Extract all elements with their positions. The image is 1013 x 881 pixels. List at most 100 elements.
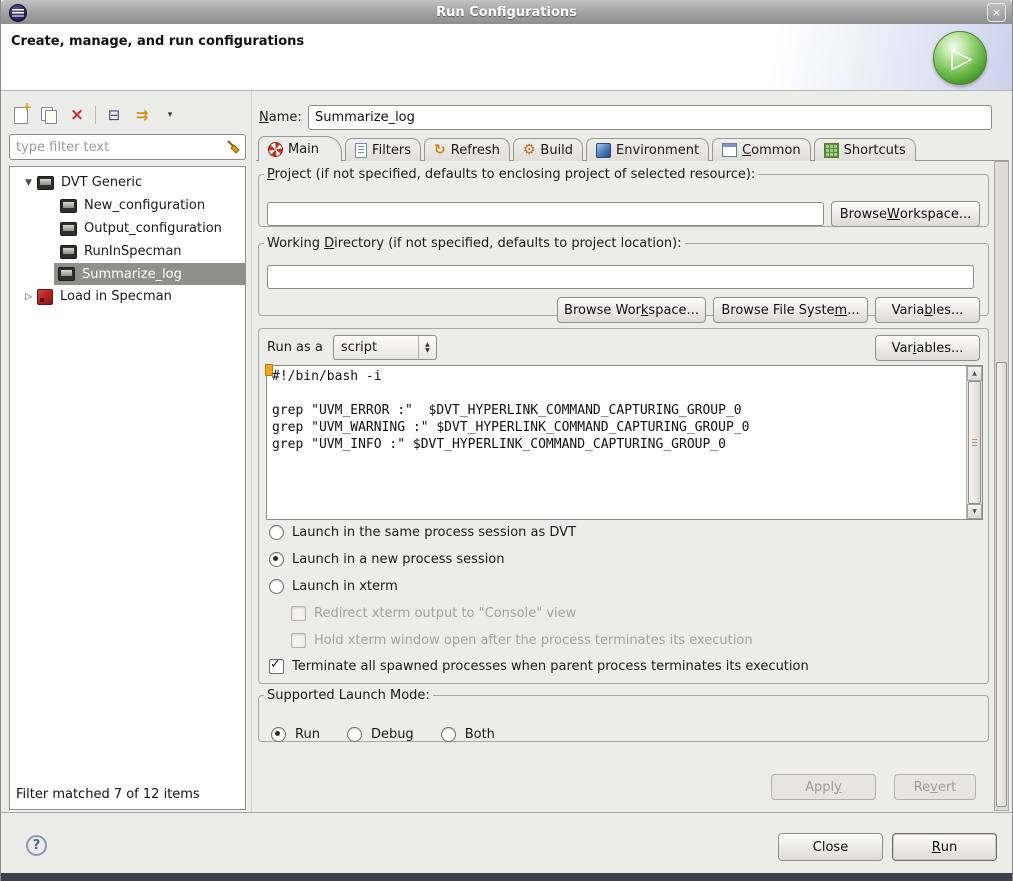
scroll-up-icon[interactable]: ▲ xyxy=(967,366,982,381)
delete-configuration-button[interactable]: × xyxy=(67,104,87,126)
combo-spinner-icon[interactable]: ▲ ▼ xyxy=(418,336,436,359)
configurations-toolbar: × ⊟ ⇉ ▾ xyxy=(11,102,180,128)
checkbox-hold-xterm[interactable]: Hold xterm window open after the process… xyxy=(291,633,753,648)
clear-filter-broom-icon[interactable] xyxy=(225,139,241,155)
build-gears-icon: ⚙ xyxy=(523,143,536,157)
run-variables-button[interactable]: Variables... xyxy=(875,335,980,361)
titlebar[interactable]: Run Configurations × xyxy=(1,0,1012,25)
radio-new-session[interactable]: Launch in a new process session xyxy=(269,552,505,567)
project-browse-workspace-button[interactable]: Browse Workspace... xyxy=(831,201,980,227)
content-scrollbar[interactable] xyxy=(994,161,1009,811)
tree-item-summarize-log[interactable]: Summarize_log xyxy=(54,263,245,285)
chevron-down-icon: ▾ xyxy=(168,111,173,120)
tab-build[interactable]: ⚙ Build xyxy=(513,138,583,161)
project-input[interactable] xyxy=(267,202,824,226)
run-button[interactable]: Run xyxy=(892,833,997,861)
footer-separator xyxy=(1,812,1013,813)
refresh-tab-icon: ↻ xyxy=(434,143,446,157)
run-as-value: script xyxy=(334,340,418,355)
tab-bar: Main Filters ↻ Refresh ⚙ Build Environme… xyxy=(258,137,919,161)
name-input[interactable] xyxy=(308,105,992,130)
play-triangle-icon: ▷ xyxy=(951,44,973,72)
wd-browse-workspace-button[interactable]: Browse Workspace... xyxy=(557,297,706,323)
tree-item-label: RunInSpecman xyxy=(84,244,182,259)
filter-configurations-button[interactable]: ⇉ xyxy=(132,104,152,126)
thumb-grip xyxy=(972,439,977,446)
script-scrollbar-thumb[interactable] xyxy=(968,381,981,504)
shortcuts-tab-icon xyxy=(824,143,839,158)
run-as-row: Run as a script ▲ ▼ xyxy=(267,335,437,360)
collapse-all-button[interactable]: ⊟ xyxy=(104,104,124,126)
window-close-icon[interactable]: × xyxy=(987,3,1006,22)
filters-tab-icon xyxy=(355,143,367,158)
radio-icon[interactable] xyxy=(347,727,362,742)
checkbox-icon[interactable] xyxy=(291,606,306,621)
tree-item-label: Summarize_log xyxy=(82,267,182,282)
expander-collapsed-icon[interactable]: ▷ xyxy=(20,292,37,302)
tab-common[interactable]: Common xyxy=(712,138,811,161)
tree-item-runinspecman[interactable]: RunInSpecman xyxy=(10,240,245,263)
tab-label: Common xyxy=(742,143,801,158)
run-configurations-dialog: Run Configurations × Create, manage, and… xyxy=(0,0,1013,881)
tab-filters[interactable]: Filters xyxy=(345,138,421,161)
duplicate-configuration-button[interactable] xyxy=(39,104,59,126)
radio-label: Launch in the same process session as DV… xyxy=(292,525,576,540)
radio-label-both: Both xyxy=(465,727,495,742)
checkbox-terminate-spawned[interactable]: Terminate all spawned processes when par… xyxy=(269,659,809,674)
scroll-down-icon[interactable]: ▼ xyxy=(967,504,982,519)
tab-main[interactable]: Main xyxy=(258,136,342,161)
help-button[interactable]: ? xyxy=(26,835,47,856)
checkbox-redirect-xterm[interactable]: Redirect xterm output to "Console" view xyxy=(291,606,576,621)
close-button[interactable]: Close xyxy=(778,833,883,861)
radio-icon[interactable] xyxy=(269,579,284,594)
radio-icon[interactable] xyxy=(269,525,284,540)
filter-input[interactable] xyxy=(9,134,246,160)
radio-same-session[interactable]: Launch in the same process session as DV… xyxy=(269,525,576,540)
script-editor[interactable]: #!/bin/bash -i grep "UVM_ERROR :" $DVT_H… xyxy=(266,365,983,520)
tab-label: Main xyxy=(288,142,319,157)
apply-button[interactable]: Apply xyxy=(771,774,876,800)
revert-button[interactable]: Revert xyxy=(894,774,976,800)
toolbar-menu-button[interactable]: ▾ xyxy=(160,104,180,126)
tab-environment[interactable]: Environment xyxy=(586,138,709,161)
tree-item-label: New_configuration xyxy=(84,198,205,213)
tree-item-label: DVT Generic xyxy=(61,175,142,190)
launch-mode-group: Supported Launch Mode: Run Debug Both xyxy=(258,688,989,742)
tree-item-load-in-specman[interactable]: ▷ Load in Specman xyxy=(10,285,245,308)
script-text[interactable]: #!/bin/bash -i grep "UVM_ERROR :" $DVT_H… xyxy=(272,368,964,517)
new-configuration-icon xyxy=(14,107,28,124)
new-configuration-button[interactable] xyxy=(11,104,31,126)
launch-mode-options: Run Debug Both xyxy=(271,727,495,742)
tree-item-dvt-generic[interactable]: ▼ DVT Generic xyxy=(10,171,245,194)
tree-item-label: Output_configuration xyxy=(84,221,222,236)
checkbox-icon[interactable] xyxy=(291,633,306,648)
wd-browse-file-system-button[interactable]: Browse File System... xyxy=(713,297,868,323)
run-as-combo[interactable]: script ▲ ▼ xyxy=(333,335,437,360)
tab-label: Environment xyxy=(616,143,699,158)
script-scrollbar[interactable]: ▲ ▼ xyxy=(966,366,982,519)
tree-item-new-configuration[interactable]: New_configuration xyxy=(10,194,245,217)
filter-box xyxy=(9,134,246,160)
radio-xterm[interactable]: Launch in xterm xyxy=(269,579,398,594)
tab-label: Shortcuts xyxy=(844,143,906,158)
working-directory-input[interactable] xyxy=(267,265,974,289)
radio-label-debug: Debug xyxy=(371,727,414,742)
checkbox-label: Terminate all spawned processes when par… xyxy=(292,659,809,674)
configuration-icon xyxy=(58,267,75,281)
tab-shortcuts[interactable]: Shortcuts xyxy=(814,138,916,161)
tree-item-output-configuration[interactable]: Output_configuration xyxy=(10,217,245,240)
radio-icon[interactable] xyxy=(441,727,456,742)
run-as-label: Run as a xyxy=(267,340,323,355)
filter-match-status: Filter matched 7 of 12 items xyxy=(16,787,200,802)
tab-label: Refresh xyxy=(451,143,500,158)
radio-checked-icon[interactable] xyxy=(269,552,284,567)
wd-variables-button[interactable]: Variables... xyxy=(875,297,980,323)
checkbox-checked-icon[interactable] xyxy=(269,659,284,674)
content-scrollbar-thumb[interactable] xyxy=(996,362,1007,807)
tree-item-label: Load in Specman xyxy=(60,289,172,304)
toolbar-separator xyxy=(95,106,96,124)
expander-expanded-icon[interactable]: ▼ xyxy=(20,178,37,188)
environment-tab-icon xyxy=(596,143,611,158)
tab-refresh[interactable]: ↻ Refresh xyxy=(424,138,510,161)
radio-checked-icon[interactable] xyxy=(271,727,286,742)
